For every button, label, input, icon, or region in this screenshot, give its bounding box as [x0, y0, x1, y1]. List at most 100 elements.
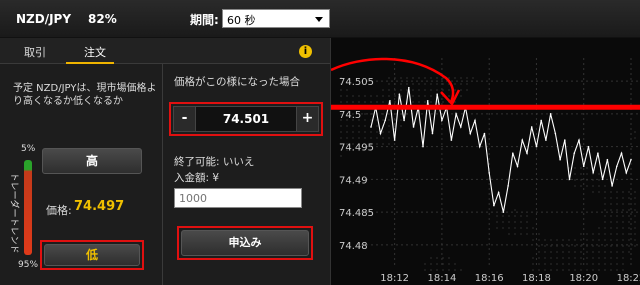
target-price-value[interactable]: 74.501 [196, 107, 296, 131]
price-point [625, 172, 628, 174]
map-dot [598, 179, 600, 181]
period-select[interactable]: 60 秒 [222, 9, 330, 28]
map-dot [544, 263, 546, 265]
map-dot [562, 263, 564, 265]
map-dot [580, 167, 582, 169]
map-dot [574, 251, 576, 253]
map-dot [568, 263, 570, 265]
map-dot [358, 125, 360, 127]
target-price-stepper[interactable]: - 74.501 + [173, 106, 319, 132]
price-chart[interactable]: 74.505 74.5 74.495 74.49 74.485 74.48 18:12 18:… [330, 38, 640, 285]
map-dot [352, 95, 354, 97]
map-dot [532, 227, 534, 229]
map-dot [532, 257, 534, 259]
map-dot [418, 83, 420, 85]
amount-input[interactable] [174, 188, 302, 208]
tab-history[interactable]: 取引 [24, 44, 46, 60]
map-dot [586, 233, 588, 235]
map-dot [574, 185, 576, 187]
map-dot [580, 233, 582, 235]
map-dot [340, 89, 342, 91]
price-point [540, 119, 542, 122]
map-dot [586, 269, 588, 271]
map-dot [346, 125, 348, 127]
low-button[interactable]: 低 [44, 244, 140, 266]
map-dot [346, 101, 348, 103]
map-dot [346, 137, 348, 139]
map-dot [628, 239, 630, 241]
map-dot [406, 77, 408, 79]
prediction-question: 予定 NZD/JPYは、現市場価格より高くなるか低くなるか [13, 83, 157, 107]
tab-order[interactable]: 注文 [84, 44, 106, 60]
price-point [507, 185, 509, 187]
chevron-down-icon [315, 17, 323, 22]
map-dot [622, 203, 624, 205]
map-dot [580, 239, 582, 241]
trader-trend-label: トレーダートレンド [8, 172, 19, 254]
map-dot [388, 95, 390, 97]
info-icon[interactable]: i [299, 45, 312, 58]
map-dot [628, 191, 630, 193]
map-dot [376, 137, 378, 139]
price-point [478, 145, 481, 148]
map-dot [400, 89, 402, 91]
map-dot [358, 137, 360, 139]
map-dot [340, 95, 342, 97]
map-dot [586, 257, 588, 259]
map-dot [538, 239, 540, 241]
map-dot [418, 95, 420, 97]
map-dot [508, 221, 510, 223]
map-dot [436, 269, 438, 271]
map-dot [454, 77, 456, 79]
map-dot [592, 191, 594, 193]
price-point [436, 93, 438, 96]
map-dot [340, 101, 342, 103]
map-dot [604, 269, 606, 271]
map-dot [616, 257, 618, 259]
map-dot [544, 245, 546, 247]
map-dot [400, 83, 402, 85]
price-point [564, 139, 566, 141]
map-dot [616, 209, 618, 211]
map-dot [532, 269, 534, 271]
price-point [398, 93, 401, 96]
map-dot [430, 269, 432, 271]
map-dot [364, 125, 366, 127]
map-dot [376, 101, 378, 103]
map-dot [604, 257, 606, 259]
map-dot [568, 269, 570, 271]
map-dot [388, 125, 390, 127]
decrement-button[interactable]: - [174, 107, 196, 131]
map-dot [604, 191, 606, 193]
map-dot [412, 95, 414, 97]
map-dot [382, 137, 384, 139]
map-dot [634, 131, 636, 133]
map-dot [622, 233, 624, 235]
high-button[interactable]: 高 [42, 148, 142, 174]
map-dot [580, 185, 582, 187]
map-dot [418, 89, 420, 91]
price-point [488, 172, 490, 174]
price-point [545, 139, 547, 141]
map-dot [604, 251, 606, 253]
map-dot [436, 89, 438, 91]
map-dot [430, 257, 432, 259]
price-point [578, 139, 580, 141]
y-tick-label: 74.495 [339, 143, 374, 154]
map-dot [538, 257, 540, 259]
map-dot [352, 125, 354, 127]
map-dot [412, 101, 414, 103]
price-point [483, 132, 486, 135]
submit-button[interactable]: 申込み [181, 230, 309, 256]
map-dot [394, 95, 396, 97]
increment-button[interactable]: + [296, 107, 318, 131]
map-dot [568, 251, 570, 253]
map-dot [574, 257, 576, 259]
map-dot [376, 95, 378, 97]
price-point [455, 113, 457, 115]
map-dot [454, 269, 456, 271]
current-price: 74.497 [74, 199, 125, 214]
map-dot [388, 137, 390, 139]
map-dot [502, 221, 504, 223]
amount-label: 入金額: ¥ [174, 172, 220, 184]
